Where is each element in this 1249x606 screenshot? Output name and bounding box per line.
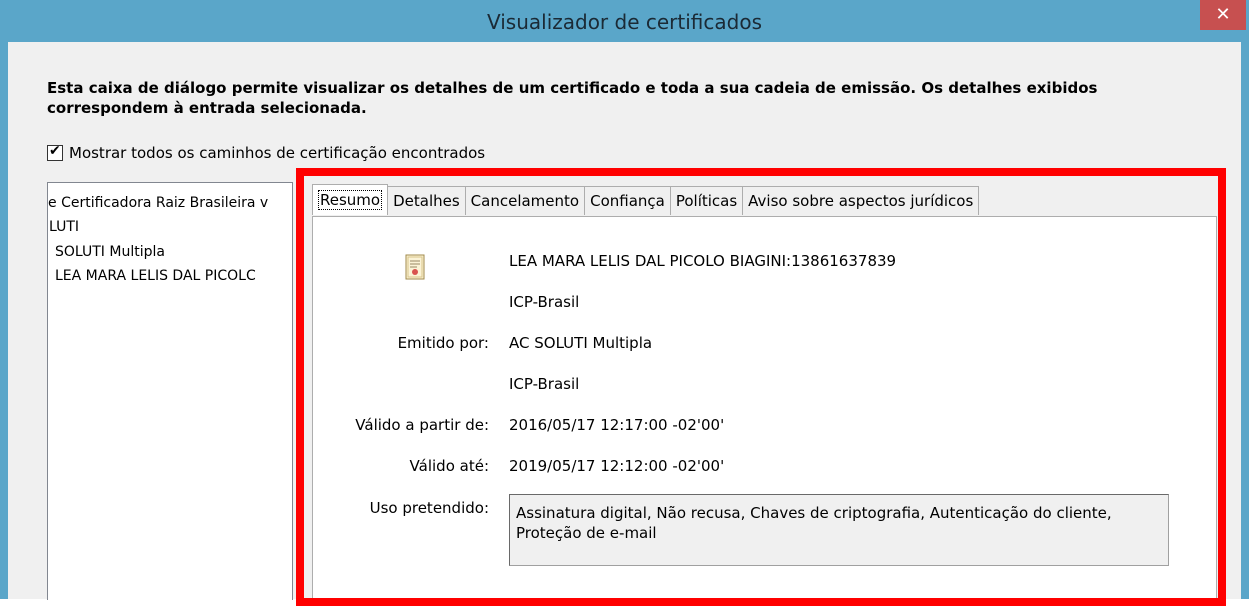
chain-item-issuer[interactable]: SOLUTI Multipla [55,244,165,260]
show-all-paths-option[interactable]: ✔ Mostrar todos os caminhos de certifica… [47,143,485,162]
valid-from-value: 2016/05/17 12:17:00 -02'00' [509,416,725,434]
intended-usage-label: Uso pretendido: [369,499,489,517]
check-icon: ✔ [49,143,61,159]
tab-resumo[interactable]: Resumo [312,184,389,215]
valid-from-label: Válido a partir de: [355,416,489,434]
title-bar: Visualizador de certificados ✕ [0,0,1249,42]
certificate-icon [405,254,425,280]
show-all-paths-label[interactable]: Mostrar todos os caminhos de certificaçã… [69,144,485,162]
close-button[interactable]: ✕ [1200,0,1246,30]
issuer-org: ICP-Brasil [509,375,580,393]
tab-aviso-juridico[interactable]: Aviso sobre aspectos jurídicos [742,186,980,215]
window-frame-left [0,42,8,599]
certificate-chain-tree[interactable]: e Certificadora Raiz Brasileira v LUTI S… [47,182,293,600]
tab-confianca[interactable]: Confiança [584,186,671,215]
chain-item-intermediate[interactable]: LUTI [49,219,79,235]
chain-item-selected[interactable]: LEA MARA LELIS DAL PICOLC [55,268,256,284]
show-all-paths-checkbox[interactable]: ✔ [47,143,63,161]
intro-text: Esta caixa de diálogo permite visualizar… [47,79,1098,117]
tab-resumo-label: Resumo [318,190,383,210]
tab-detalhes[interactable]: Detalhes [387,186,466,215]
issued-by-label: Emitido por: [397,334,489,352]
subject-org: ICP-Brasil [509,293,580,311]
intended-usage-field[interactable]: Assinatura digital, Não recusa, Chaves d… [509,494,1169,566]
chain-item-root[interactable]: e Certificadora Raiz Brasileira v [48,195,268,211]
tab-politicas[interactable]: Políticas [669,186,744,215]
valid-to-value: 2019/05/17 12:12:00 -02'00' [509,457,725,475]
window-frame-right [1241,42,1249,599]
subject-name: LEA MARA LELIS DAL PICOLO BIAGINI:138616… [509,252,897,270]
window-title: Visualizador de certificados [486,10,762,34]
tab-strip: Resumo Detalhes Cancelamento Confiança P… [312,184,980,216]
tab-cancelamento[interactable]: Cancelamento [464,186,586,215]
valid-to-label: Válido até: [409,457,489,475]
issuer-name: AC SOLUTI Multipla [509,334,653,352]
